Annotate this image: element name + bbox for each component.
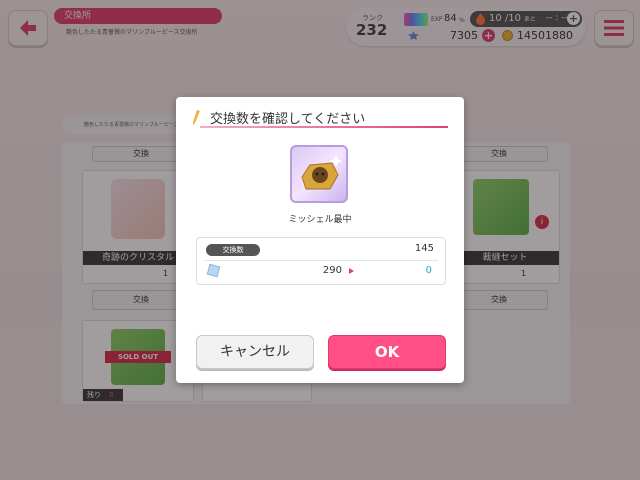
monaka-item-icon (301, 155, 342, 190)
item-icon-frame (290, 145, 348, 203)
quantity-value: 145 (414, 243, 434, 254)
remaining-after-value: 0 (425, 265, 432, 276)
dialog-title: 交換数を確認してください (210, 112, 366, 127)
cancel-button[interactable]: キャンセル (196, 335, 314, 369)
pen-icon (193, 110, 200, 125)
quantity-label: 交換数 (206, 244, 260, 256)
quantity-divider (204, 260, 438, 261)
arrow-right-icon (349, 268, 354, 274)
cost-value: 290 (322, 265, 342, 276)
ok-button[interactable]: OK (328, 335, 446, 369)
item-name: ミッシェル最中 (288, 215, 352, 225)
title-underline (200, 126, 448, 128)
